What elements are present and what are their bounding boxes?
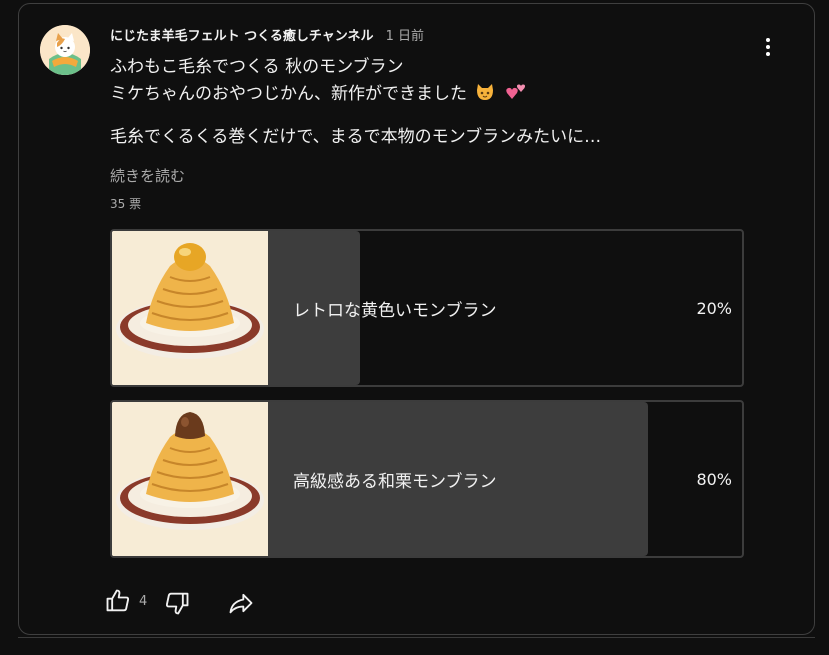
post-text: ふわもこ毛糸でつくる 秋のモンブラン ミケちゃんのおやつじかん、新作ができました… (110, 54, 601, 151)
channel-avatar[interactable] (40, 25, 90, 75)
vote-count: 35 票 (110, 197, 142, 211)
poll-option-label: レトロな黄色いモンブラン (293, 300, 497, 321)
more-actions-button[interactable] (753, 32, 783, 62)
like-count: 4 (139, 594, 148, 609)
post-line: 毛糸でくるくる巻くだけで、まるで本物のモンブランみたいに… (110, 127, 602, 147)
poll-option-percent: 20% (696, 298, 732, 318)
yellow-montblanc-image (112, 231, 268, 385)
post-time[interactable]: 1 日前 (386, 29, 424, 44)
poll-option-percent: 80% (696, 469, 732, 489)
chestnut-montblanc-image (112, 402, 268, 556)
post-line: ふわもこ毛糸でつくる 秋のモンブラン (110, 57, 404, 77)
two-hearts-icon (506, 84, 525, 99)
share-icon (229, 593, 253, 614)
more-dot-icon (766, 45, 770, 49)
dislike-button[interactable] (163, 589, 191, 621)
channel-name[interactable]: にじたま羊毛フェルト つくる癒しチャンネル (110, 29, 374, 44)
post-header: にじたま羊毛フェルト つくる癒しチャンネル 1 日前 (110, 25, 424, 44)
cat-mascot-icon (40, 25, 90, 75)
cat-face-icon (477, 84, 494, 100)
poll-option-2[interactable]: 高級感ある和栗モンブラン 80% (110, 400, 744, 558)
read-more-link[interactable]: 続きを読む (110, 165, 185, 186)
like-button[interactable] (104, 587, 132, 619)
more-dot-icon (766, 52, 770, 56)
thumbs-up-icon (106, 589, 130, 612)
thumbs-down-icon (165, 592, 189, 615)
post-line-with-emoji: ミケちゃんのおやつじかん、新作ができました (110, 81, 601, 108)
divider (18, 637, 815, 638)
poll-option-label: 高級感ある和栗モンブラン (293, 471, 497, 492)
post-line: ミケちゃんのおやつじかん、新作ができました (110, 84, 467, 104)
share-button[interactable] (227, 589, 255, 621)
more-dot-icon (766, 38, 770, 42)
poll-option-1[interactable]: レトロな黄色いモンブラン 20% (110, 229, 744, 387)
community-post-card: にじたま羊毛フェルト つくる癒しチャンネル 1 日前 ふわもこ毛糸でつくる 秋の… (18, 3, 815, 635)
